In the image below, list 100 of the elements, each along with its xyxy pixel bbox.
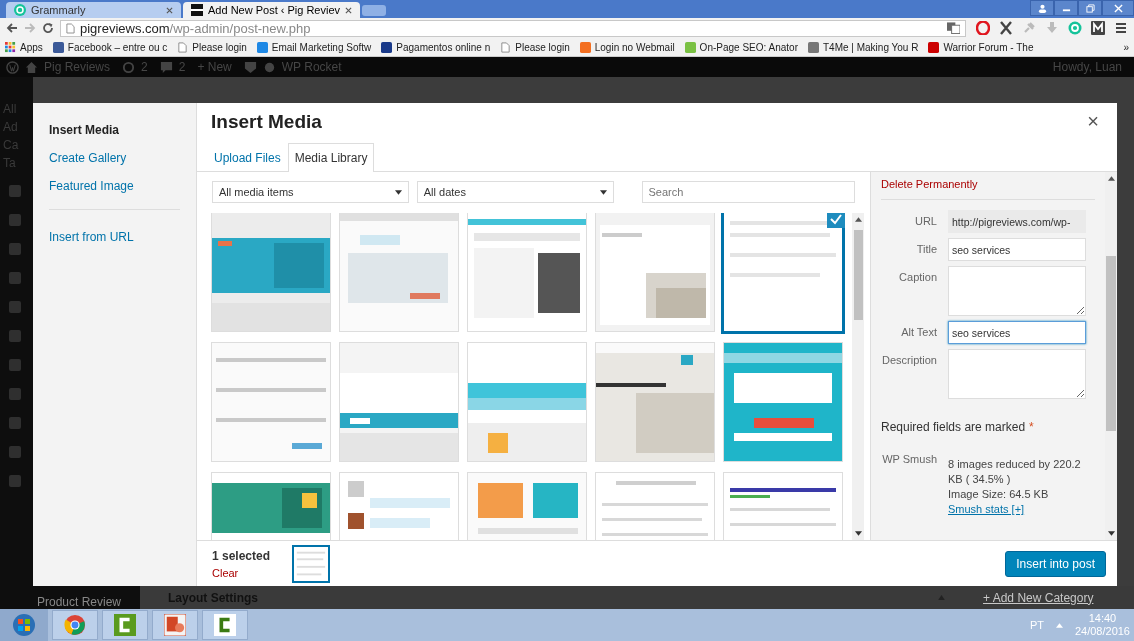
- close-icon[interactable]: [166, 6, 173, 14]
- site-icon: [52, 41, 64, 53]
- taskbar-app[interactable]: [202, 610, 248, 640]
- c-letter-icon: [214, 614, 236, 636]
- taskbar-app[interactable]: [52, 610, 98, 640]
- restore-button[interactable]: [1078, 0, 1102, 16]
- scrollbar[interactable]: [852, 213, 864, 540]
- wordpress-icon[interactable]: [6, 60, 19, 74]
- close-window-button[interactable]: [1102, 0, 1134, 16]
- bookmark[interactable]: On-Page SEO: Anator: [684, 41, 798, 53]
- add-category-link[interactable]: + Add New Category: [983, 590, 1094, 605]
- bookmark[interactable]: Warrior Forum - The: [928, 41, 1034, 53]
- opera-icon[interactable]: [976, 21, 990, 35]
- close-icon: [1113, 3, 1123, 13]
- scroll-down-icon[interactable]: [854, 531, 862, 536]
- new-tab-button[interactable]: [362, 5, 387, 16]
- taskbar-app[interactable]: [152, 610, 198, 640]
- checkmark-icon[interactable]: [827, 213, 845, 228]
- pin-icon[interactable]: [1022, 21, 1036, 35]
- smush-info: 8 images reduced by 220.2 KB ( 34.5% ): [948, 457, 1082, 487]
- site-icon: [579, 41, 591, 53]
- browser-tab[interactable]: Grammarly: [6, 2, 181, 18]
- caret-icon: [599, 189, 607, 195]
- field-label: Caption: [898, 270, 937, 283]
- input-field[interactable]: seo services: [948, 321, 1086, 344]
- input-field[interactable]: http://pigreviews.com/wp-: [948, 210, 1086, 233]
- x-icon[interactable]: [999, 21, 1013, 35]
- search-field[interactable]: Search: [641, 181, 855, 203]
- filter-dropdown[interactable]: All media items: [212, 181, 409, 203]
- scrollbar-thumb[interactable]: [853, 230, 863, 320]
- grammarly-icon[interactable]: [1068, 21, 1082, 35]
- home-icon: [25, 60, 38, 74]
- scroll-down-icon[interactable]: [1107, 531, 1115, 536]
- taskbar-app[interactable]: [102, 610, 148, 640]
- close-button[interactable]: ×: [1083, 110, 1103, 133]
- bookmark[interactable]: T4Me | Making You R: [808, 41, 919, 53]
- bookmark[interactable]: Login no Webmail: [579, 41, 675, 53]
- text-area[interactable]: [948, 349, 1086, 399]
- browser-tab[interactable]: Add New Post ‹ Pig Reviev: [183, 2, 361, 18]
- smush-stats-link[interactable]: Smush stats [+]: [948, 502, 1088, 517]
- caret-icon: [394, 189, 402, 195]
- dot-icon[interactable]: [262, 60, 276, 74]
- bookmark[interactable]: Apps: [5, 41, 43, 53]
- media-tab[interactable]: Media Library: [287, 143, 375, 172]
- more-bookmarks[interactable]: »: [1123, 41, 1129, 53]
- media-menu-item[interactable]: Create Gallery: [49, 145, 180, 173]
- grammarly-icon: [14, 4, 26, 16]
- field-label: Title: [915, 242, 937, 255]
- site-icon: [381, 41, 393, 53]
- comment-icon: [159, 60, 173, 74]
- input-field[interactable]: seo services: [948, 238, 1086, 261]
- collapse-icon[interactable]: [938, 595, 945, 600]
- media-item[interactable]: [596, 343, 714, 461]
- scroll-up-icon[interactable]: [854, 217, 862, 222]
- filter-dropdown[interactable]: All dates: [416, 181, 614, 203]
- site-icon: [256, 41, 268, 53]
- media-tab[interactable]: Upload Files: [207, 143, 288, 172]
- minimize-button[interactable]: [1054, 0, 1078, 16]
- presentation-icon: [164, 614, 186, 636]
- bookmark[interactable]: Please login: [177, 41, 247, 53]
- delete-link[interactable]: Delete Permanently: [881, 178, 1095, 190]
- required-mark: *: [1029, 420, 1034, 434]
- translate-icon[interactable]: [947, 22, 960, 34]
- media-menu-item[interactable]: Insert Media: [49, 117, 180, 145]
- scrollbar-thumb[interactable]: [1106, 256, 1116, 431]
- address-bar[interactable]: pigreviews.com/wp-admin/post-new.php: [60, 19, 966, 37]
- close-icon[interactable]: [345, 6, 353, 14]
- clear-link[interactable]: Clear: [212, 566, 271, 579]
- media-item[interactable]: [468, 213, 586, 331]
- bookmark[interactable]: Facebook – entre ou c: [52, 41, 168, 53]
- bookmark[interactable]: Please login: [500, 41, 570, 53]
- back-icon[interactable]: [6, 22, 18, 34]
- page-icon: [177, 41, 189, 53]
- insert-into-post-button[interactable]: Insert into post: [1005, 550, 1106, 577]
- site-icon: [928, 41, 940, 53]
- reload-icon[interactable]: [42, 22, 54, 34]
- restore-icon: [1085, 3, 1095, 13]
- download-icon[interactable]: [1045, 21, 1059, 35]
- text-area[interactable]: [948, 266, 1086, 316]
- shield-icon[interactable]: [243, 60, 257, 74]
- bookmark[interactable]: Email Marketing Softw: [256, 41, 372, 53]
- windows-icon: [12, 613, 36, 637]
- scroll-up-icon[interactable]: [1107, 176, 1115, 181]
- media-menu-item[interactable]: Featured Image: [49, 173, 180, 201]
- field-label: WP Smush: [881, 452, 937, 467]
- chrome-icon: [64, 614, 86, 636]
- user-icon: [1037, 3, 1047, 13]
- forward-icon[interactable]: [24, 22, 36, 34]
- selection-count: 1 selected: [212, 548, 271, 563]
- field-label: Alt Text: [900, 325, 937, 338]
- mail-icon[interactable]: [1091, 21, 1105, 35]
- bookmark[interactable]: Pagamentos online n: [381, 41, 491, 53]
- user-button[interactable]: [1030, 0, 1054, 16]
- modal-title: Insert Media: [211, 110, 322, 133]
- media-menu-item[interactable]: Insert from URL: [49, 224, 180, 252]
- menu-icon[interactable]: [1114, 21, 1128, 35]
- selected-thumbnail[interactable]: [292, 544, 331, 583]
- show-hidden-icons-icon[interactable]: [1055, 622, 1063, 628]
- start-button[interactable]: [0, 609, 48, 641]
- site-icon: [684, 41, 696, 53]
